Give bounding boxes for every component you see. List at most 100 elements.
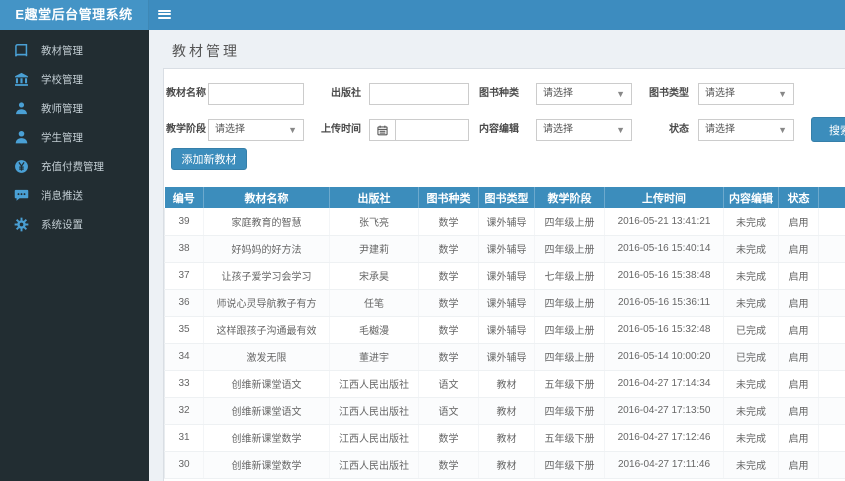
table-cell: 激发无限 (203, 343, 330, 371)
table-cell: 创维新课堂数学 (203, 424, 330, 452)
sidebar-item-label: 系统设置 (41, 219, 83, 231)
hamburger-icon[interactable] (158, 8, 172, 22)
table-cell: 35 (164, 316, 204, 344)
stage-select-value: 请选择 (215, 124, 245, 135)
table-cell: 任笔 (329, 289, 419, 317)
table-cell: 课外辅导 (478, 289, 535, 317)
textbook-name-label: 教材名称 (166, 88, 206, 99)
sidebar-item-6[interactable]: 消息推送 (0, 181, 149, 210)
table-cell: 五年级下册 (534, 370, 605, 398)
upload-time-label: 上传时间 (321, 124, 361, 135)
table-cell: 2016-04-27 17:13:50 (604, 397, 724, 425)
table-cell: 家庭教育的智慧 (203, 208, 330, 236)
table-cell: 未完成 (723, 208, 779, 236)
search-button[interactable]: 搜索 (811, 117, 845, 142)
table-cell: 启用 (778, 397, 819, 425)
table-row: 32 创维新课堂语文 江西人民出版社 语文 教材 四年级下册 2016-04-27 17:1… (164, 397, 845, 425)
table-cell: 江西人民出版社 (329, 370, 419, 398)
book-type-label: 图书类型 (649, 88, 689, 99)
chevron-down-icon: ▼ (616, 89, 625, 99)
page-title: 教材管理 (172, 43, 240, 59)
column-header (818, 187, 845, 208)
column-header: 出版社 (329, 187, 419, 208)
table-cell: 30 (164, 451, 204, 479)
table-cell: 启用 (778, 370, 819, 398)
table-cell: 四年级上册 (534, 289, 605, 317)
chevron-down-icon: ▼ (616, 125, 625, 135)
gear-icon (14, 217, 29, 232)
upload-time-group (369, 119, 469, 141)
book-kind-select[interactable]: 请选择 ▼ (536, 83, 632, 105)
stage-select[interactable]: 请选择 ▼ (208, 119, 304, 141)
table-cell: 教材 (478, 424, 535, 452)
sidebar-item-label: 教材管理 (41, 45, 83, 57)
textbook-table: 编号 教材名称 出版社 图书种类 图书类型 教学阶段 上传时间 内容编辑 状态 39 家庭教育的智… (164, 187, 845, 479)
publisher-input[interactable] (370, 84, 468, 105)
sidebar-item-4[interactable]: 学生管理 (0, 123, 149, 152)
table-cell: 四年级下册 (534, 397, 605, 425)
table-cell: 未完成 (723, 235, 779, 263)
chevron-down-icon: ▼ (288, 125, 297, 135)
table-cell: 启用 (778, 235, 819, 263)
table-cell: 江西人民出版社 (329, 397, 419, 425)
table-cell: 2016-04-27 17:11:46 (604, 451, 724, 479)
table-action-cell (818, 208, 845, 236)
table-cell: 课外辅导 (478, 208, 535, 236)
table-cell: 2016-05-16 15:36:11 (604, 289, 724, 317)
column-header: 图书种类 (418, 187, 479, 208)
table-cell: 37 (164, 262, 204, 290)
table-cell: 已完成 (723, 343, 779, 371)
add-textbook-button[interactable]: 添加新教材 (171, 148, 247, 170)
upload-time-input[interactable] (396, 120, 468, 141)
column-header: 教材名称 (203, 187, 330, 208)
table-cell: 32 (164, 397, 204, 425)
stage-label: 教学阶段 (166, 124, 206, 135)
column-header: 上传时间 (604, 187, 724, 208)
status-select[interactable]: 请选择 ▼ (698, 119, 794, 141)
table-cell: 课外辅导 (478, 262, 535, 290)
table-cell: 2016-05-16 15:32:48 (604, 316, 724, 344)
table-cell: 师说心灵导航教子有方 (203, 289, 330, 317)
sidebar-item-2[interactable]: 学校管理 (0, 65, 149, 94)
table-cell: 数学 (418, 289, 479, 317)
table-cell: 2016-05-16 15:38:48 (604, 262, 724, 290)
table-cell: 课外辅导 (478, 316, 535, 344)
sidebar-item-1[interactable]: 教材管理 (0, 36, 149, 65)
table-cell: 四年级上册 (534, 235, 605, 263)
navbar (149, 0, 845, 30)
publisher-label: 出版社 (331, 88, 361, 99)
editor-select[interactable]: 请选择 ▼ (536, 119, 632, 141)
sidebar-item-7[interactable]: 系统设置 (0, 210, 149, 239)
table-cell: 课外辅导 (478, 343, 535, 371)
table-cell: 数学 (418, 424, 479, 452)
column-header: 状态 (778, 187, 819, 208)
table-cell: 江西人民出版社 (329, 451, 419, 479)
book-type-select[interactable]: 请选择 ▼ (698, 83, 794, 105)
textbook-name-input[interactable] (209, 84, 303, 105)
sidebar-item-3[interactable]: 教师管理 (0, 94, 149, 123)
table-cell: 教材 (478, 397, 535, 425)
table-cell: 董进宇 (329, 343, 419, 371)
calendar-icon[interactable] (369, 119, 395, 141)
book-icon (14, 43, 29, 58)
sidebar-item-5[interactable]: 充值付费管理 (0, 152, 149, 181)
table-cell: 教材 (478, 451, 535, 479)
app-logo[interactable]: E趣堂后台管理系统 (0, 0, 149, 30)
table-row: 33 创维新课堂语文 江西人民出版社 语文 教材 五年级下册 2016-04-27 17:1… (164, 370, 845, 398)
table-cell: 已完成 (723, 316, 779, 344)
table-cell: 七年级上册 (534, 262, 605, 290)
sidebar: 教材管理学校管理 教师管理 学生管理 充值付费管理 消息推送系统设置 (0, 30, 149, 481)
table-action-cell (818, 370, 845, 398)
table-action-cell (818, 316, 845, 344)
bank-icon (14, 72, 29, 87)
table-row: 39 家庭教育的智慧 张飞亮 数学 课外辅导 四年级上册 2016-05-21 13:41:… (164, 208, 845, 236)
table-cell: 启用 (778, 289, 819, 317)
table-cell: 创维新课堂语文 (203, 397, 330, 425)
student-icon (14, 130, 29, 145)
table-cell: 39 (164, 208, 204, 236)
table-cell: 宋承昊 (329, 262, 419, 290)
table-row: 37 让孩子爱学习会学习 宋承昊 数学 课外辅导 七年级上册 2016-05-16 15:3… (164, 262, 845, 290)
table-cell: 张飞亮 (329, 208, 419, 236)
column-header: 编号 (164, 187, 204, 208)
table-cell: 2016-05-14 10:00:20 (604, 343, 724, 371)
